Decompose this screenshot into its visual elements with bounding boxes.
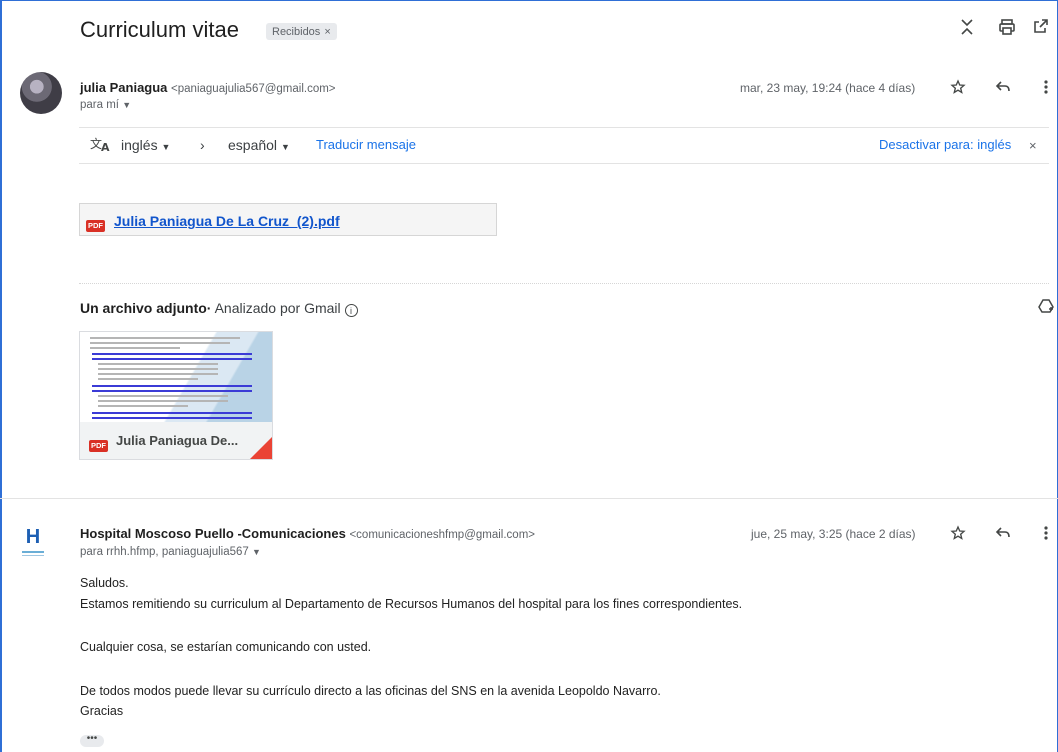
chevron-down-icon: ▼: [161, 142, 171, 152]
hospital-logo-line: [22, 551, 44, 553]
sender-avatar[interactable]: [20, 72, 62, 114]
open-in-new-window-icon[interactable]: [1031, 18, 1051, 38]
chevron-down-icon: ▼: [252, 547, 261, 557]
message-body-line: Estamos remitiendo su curriculum al Depa…: [80, 597, 743, 611]
star-icon[interactable]: [948, 79, 968, 99]
info-icon[interactable]: i: [344, 304, 358, 317]
chevron-right-icon: ›: [200, 137, 205, 153]
attachment-thumbnail-name: Julia Paniagua De...: [116, 433, 239, 448]
attachments-count: Un archivo adjunto: [80, 300, 207, 316]
more-options-icon[interactable]: [1036, 525, 1056, 545]
more-options-icon[interactable]: [1036, 79, 1056, 99]
attachments-separator: ·: [206, 300, 212, 316]
sender-email: <comunicacioneshfmp@gmail.com>: [349, 529, 535, 541]
message-body-line: Gracias: [80, 704, 124, 718]
hospital-logo-line: [22, 555, 44, 556]
recipient-toggle[interactable]: para mí ▼: [80, 99, 131, 111]
translate-message-link[interactable]: Traducir mensaje: [316, 137, 416, 152]
recipient-toggle[interactable]: para rrhh.hfmp, paniaguajulia567 ▼: [80, 546, 261, 558]
inline-attachment-link[interactable]: PDF Julia Paniagua De La Cruz_(2).pdf: [79, 203, 497, 236]
pdf-icon: PDF: [89, 440, 108, 452]
message-body-line: De todos modos puede llevar su currículo…: [80, 684, 661, 698]
attachment-filename-link[interactable]: Julia Paniagua De La Cruz_(2).pdf: [114, 213, 340, 229]
divider: [79, 163, 1049, 164]
hospital-logo-letter: H: [25, 526, 41, 548]
folded-corner-icon: [250, 437, 272, 459]
sender-name[interactable]: julia Paniagua: [80, 80, 167, 95]
chevron-down-icon: ▼: [280, 142, 290, 152]
attachment-thumbnail[interactable]: PDF Julia Paniagua De...: [79, 331, 273, 460]
message-divider: [0, 498, 1058, 499]
svg-text:A: A: [101, 141, 110, 152]
attachment-preview-image: [80, 332, 272, 422]
message-body-line: Saludos.: [80, 576, 129, 590]
message-date: jue, 25 may, 3:25 (hace 2 días): [751, 527, 916, 541]
show-trimmed-content-button[interactable]: •••: [80, 734, 104, 747]
sender-line: julia Paniagua <paniaguajulia567@gmail.c…: [80, 80, 336, 95]
collapse-all-icon[interactable]: [957, 18, 977, 38]
disable-translate-link[interactable]: Desactivar para: inglés: [879, 137, 1011, 152]
reply-icon[interactable]: [993, 79, 1013, 99]
label-remove-icon[interactable]: ×: [324, 26, 330, 38]
sender-name[interactable]: Hospital Moscoso Puello -Comunicaciones: [80, 526, 346, 541]
add-to-drive-icon[interactable]: [1036, 298, 1056, 318]
scanned-by-gmail: Analizado por Gmail: [214, 300, 341, 316]
attachments-title: Un archivo adjunto· Analizado por Gmail …: [80, 300, 358, 317]
source-language-select[interactable]: inglés ▼: [121, 137, 170, 153]
print-icon[interactable]: [997, 18, 1017, 38]
target-language: español: [228, 137, 278, 153]
attachment-thumbnail-footer: PDF Julia Paniagua De...: [80, 422, 272, 459]
sender-line: Hospital Moscoso Puello -Comunicaciones …: [80, 526, 535, 541]
target-language-select[interactable]: español ▼: [228, 137, 290, 153]
attachments-divider: [79, 283, 1049, 284]
thread-subject: Curriculum vitae: [80, 17, 239, 42]
hospital-avatar[interactable]: H: [22, 527, 44, 557]
recipient-text: para mí: [80, 99, 119, 111]
label-chip-text: Recibidos: [272, 25, 321, 38]
recipient-text: para rrhh.hfmp, paniaguajulia567: [80, 546, 249, 558]
label-chip-inbox[interactable]: Recibidos ×: [266, 23, 337, 40]
chevron-down-icon: ▼: [122, 100, 132, 110]
close-translate-icon[interactable]: ×: [1029, 138, 1037, 153]
sender-email: <paniaguajulia567@gmail.com>: [171, 83, 336, 95]
divider: [79, 127, 1049, 128]
pdf-icon: PDF: [86, 220, 105, 232]
translate-icon: 文A: [90, 136, 112, 156]
reply-icon[interactable]: [993, 525, 1013, 545]
message-body-line: Cualquier cosa, se estarían comunicando …: [80, 640, 372, 654]
star-icon[interactable]: [948, 525, 968, 545]
source-language: inglés: [121, 137, 158, 153]
message-date: mar, 23 may, 19:24 (hace 4 días): [740, 81, 916, 95]
